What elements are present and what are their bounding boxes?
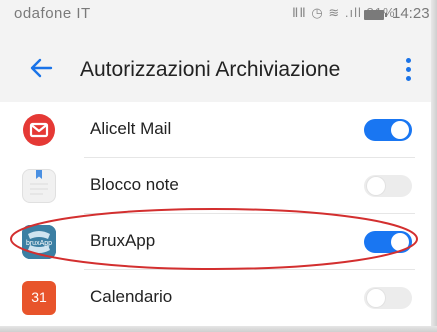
highlight-ellipse [10,208,418,270]
app-name: Calendario [90,287,173,306]
calendar-day-label: 31 [31,289,47,305]
list-item-calendario: 31 Calendario [0,270,431,326]
back-arrow-icon[interactable] [26,53,56,83]
app-bar: Autorizzazioni Archiviazione [0,44,431,102]
mail-envelope-icon [22,113,56,147]
screenshot-edge-bottom [0,326,437,332]
permission-toggle-blocco-note[interactable] [364,175,412,197]
carrier-name: odafone IT [14,5,91,22]
permission-toggle-alicelt-mail[interactable] [364,119,412,141]
permission-toggle-calendario[interactable] [364,287,412,309]
storage-permissions-screen: odafone IT ⅡⅡ ◷ ≋ .ıll 81% 14:23 Autoriz… [0,0,437,332]
more-options-icon[interactable] [402,56,414,86]
clock: 14:23 [392,5,430,22]
app-name: Blocco note [90,175,179,194]
list-item-alicelt-mail: Alicelt Mail [0,102,431,158]
page-title: Autorizzazioni Archiviazione [80,58,341,81]
notepad-icon [22,169,56,203]
app-name: Alicelt Mail [90,119,172,138]
status-bar: odafone IT ⅡⅡ ◷ ≋ .ıll 81% 14:23 [0,0,431,44]
battery-icon [360,6,387,23]
calendar-icon: 31 [22,281,56,315]
screenshot-edge-right [431,0,437,332]
